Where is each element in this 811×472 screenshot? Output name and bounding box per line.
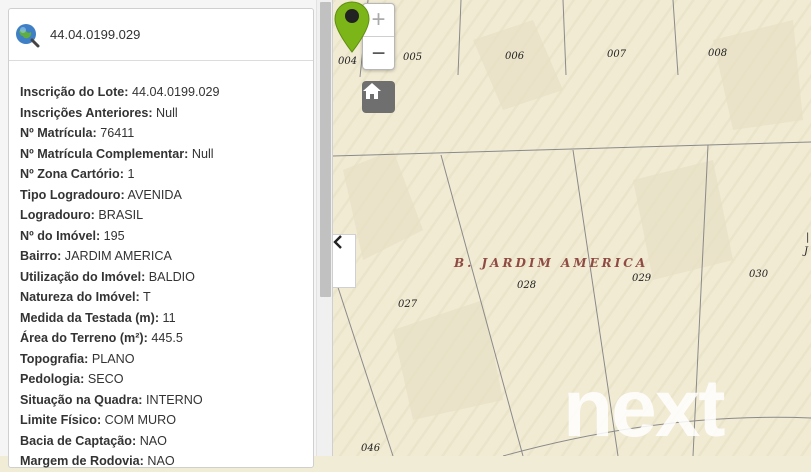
attribute-label: Logradouro: [20, 208, 95, 222]
attribute-row: Tipo Logradouro: AVENIDA [20, 185, 313, 206]
attribute-value: COM MURO [104, 413, 177, 427]
attribute-row: Topografia: PLANO [20, 349, 313, 370]
attribute-value: 195 [103, 228, 125, 243]
map-pin-icon[interactable] [333, 0, 371, 54]
attribute-row: Pedologia: SECO [20, 369, 313, 390]
attribute-label: Nº do Imóvel: [20, 228, 101, 243]
attribute-row: Natureza do Imóvel: T [20, 287, 313, 308]
attribute-value: SECO [87, 372, 124, 386]
feature-title: 44.04.0199.029 [50, 27, 141, 42]
attribute-label: Situação na Quadra: [20, 392, 143, 407]
attribute-label: Bacia de Captação: [20, 433, 137, 448]
collapse-panel-button[interactable] [333, 234, 356, 288]
lot-label: 008 [708, 48, 728, 59]
attribute-row: Bacia de Captação: NAO [20, 431, 313, 452]
lot-label: 029 [632, 273, 652, 284]
attribute-value: Null [156, 105, 178, 120]
attribute-value: 76411 [100, 126, 135, 140]
attribute-row: Utilização do Imóvel: BALDIO [20, 267, 313, 288]
attribute-label: Natureza do Imóvel: [20, 290, 140, 304]
attribute-label: Pedologia: [20, 372, 85, 386]
attribute-value: 1 [127, 167, 135, 181]
chevron-left-icon [333, 235, 342, 249]
lot-label-partial: J [804, 246, 809, 257]
attribute-value: 44.04.0199.029 [131, 85, 220, 99]
attribute-label: Medida da Testada (m): [20, 310, 160, 325]
watermark-logo: next [563, 363, 726, 454]
neighborhood-label: B. JARDIM AMERICA [454, 256, 649, 270]
attribute-value: 445.5 [151, 331, 183, 345]
attribute-label: Inscrições Anteriores: [20, 105, 153, 120]
attribute-row: Inscrição do Lote: 44.04.0199.029 [20, 82, 313, 103]
attribute-row: Nº Matrícula Complementar: Null [20, 144, 313, 165]
scrollbar-thumb[interactable] [320, 2, 331, 297]
map-view[interactable]: + − 004 005 006 007 008 027 028 029 030 … [333, 0, 811, 456]
map-edge-mark: | [806, 232, 810, 243]
lot-label: 030 [749, 269, 769, 280]
attribute-row: Limite Físico: COM MURO [20, 410, 313, 431]
attribute-row: Situação na Quadra: INTERNO [20, 390, 313, 411]
attribute-value: PLANO [91, 351, 135, 366]
attribute-row: Margem de Rodovia: NAO [20, 451, 313, 472]
lot-label: 027 [398, 299, 418, 310]
home-icon [363, 83, 381, 99]
attribute-row: Inscrições Anteriores: Null [20, 103, 313, 124]
attribute-list: Inscrição do Lote: 44.04.0199.029 Inscriç… [9, 61, 313, 472]
attribute-label: Nº Matrícula: [20, 126, 97, 140]
attribute-value: JARDIM AMERICA [64, 249, 172, 263]
attribute-value: BALDIO [148, 269, 195, 284]
feature-info-panel: 44.04.0199.029 Inscrição do Lote: 44.04.… [0, 0, 333, 468]
feature-card: 44.04.0199.029 Inscrição do Lote: 44.04.… [8, 8, 314, 468]
panel-scrollbar[interactable] [316, 0, 332, 456]
attribute-row: Logradouro: BRASIL [20, 205, 313, 226]
attribute-label: Limite Físico: [20, 413, 102, 427]
attribute-label: Margem de Rodovia: [20, 454, 144, 468]
attribute-label: Nº Matrícula Complementar: [20, 146, 189, 161]
attribute-row: Área do Terreno (m²): 445.5 [20, 328, 313, 349]
home-button[interactable] [362, 81, 395, 113]
lot-label: 005 [403, 52, 423, 63]
attribute-row: Medida da Testada (m): 11 [20, 308, 313, 329]
attribute-row: Nº do Imóvel: 195 [20, 226, 313, 247]
lot-label: 006 [505, 51, 525, 62]
attribute-value: INTERNO [145, 392, 203, 407]
attribute-row: Nº Matrícula: 76411 [20, 123, 313, 144]
attribute-value: NAO [139, 433, 167, 448]
attribute-value: 11 [162, 310, 176, 325]
attribute-label: Nº Zona Cartório: [20, 167, 124, 181]
attribute-label: Utilização do Imóvel: [20, 269, 146, 284]
attribute-value: NAO [147, 454, 175, 468]
attribute-value: T [142, 290, 151, 304]
lot-label: 007 [607, 49, 627, 60]
lot-label: 028 [517, 280, 537, 291]
lot-label: 004 [338, 56, 358, 67]
attribute-value: Null [191, 146, 214, 161]
attribute-row: Nº Zona Cartório: 1 [20, 164, 313, 185]
attribute-label: Bairro: [20, 249, 62, 263]
lot-label: 046 [361, 443, 381, 454]
attribute-label: Tipo Logradouro: [20, 187, 125, 202]
attribute-label: Área do Terreno (m²): [20, 331, 148, 345]
globe-icon [16, 23, 40, 47]
attribute-label: Topografia: [20, 351, 89, 366]
attribute-label: Inscrição do Lote: [20, 85, 129, 99]
attribute-value: BRASIL [98, 208, 144, 222]
attribute-value: AVENIDA [127, 187, 182, 202]
attribute-row: Bairro: JARDIM AMERICA [20, 246, 313, 267]
feature-header: 44.04.0199.029 [9, 9, 313, 61]
